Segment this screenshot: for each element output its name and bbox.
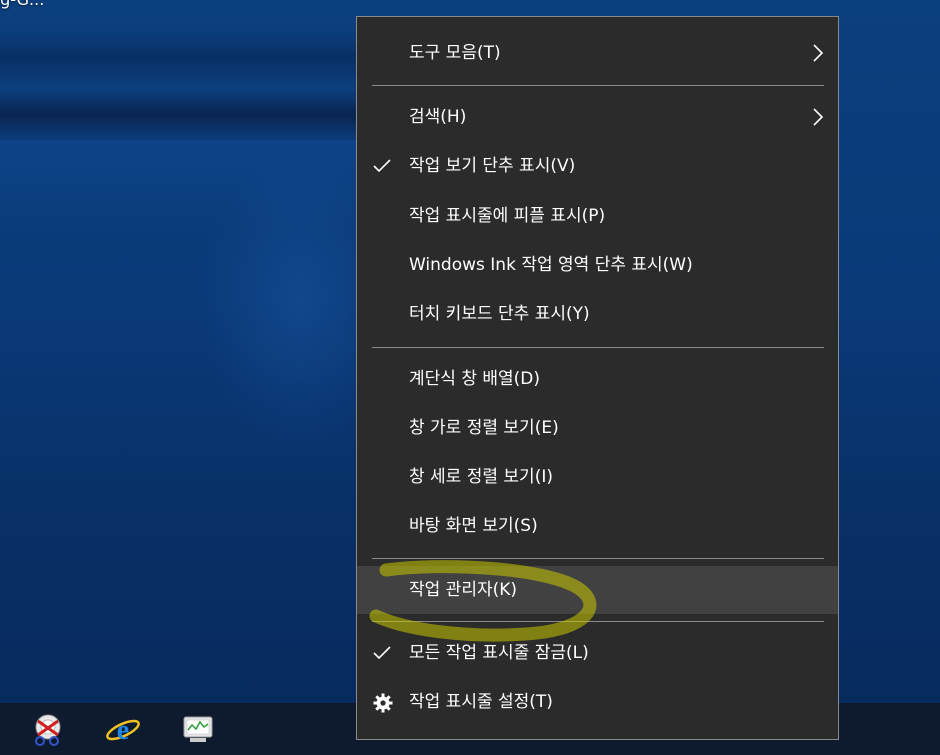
menu-item-windows-ink[interactable]: Windows Ink 작업 영역 단추 표시(W) bbox=[357, 241, 838, 289]
menu-item-label: 작업 보기 단추 표시(V) bbox=[409, 156, 576, 176]
checkmark-icon bbox=[373, 646, 391, 660]
wallpaper-band bbox=[0, 30, 360, 85]
menu-item-task-manager[interactable]: 작업 관리자(K) bbox=[357, 566, 838, 614]
menu-item-lock-taskbars[interactable]: 모든 작업 표시줄 잠금(L) bbox=[357, 629, 838, 677]
menu-item-touch-keyboard[interactable]: 터치 키보드 단추 표시(Y) bbox=[357, 290, 838, 338]
taskbar-context-menu: 도구 모음(T) 검색(H) 작업 보기 단추 표시(V) 작업 표시줄에 피플… bbox=[356, 16, 839, 740]
menu-item-label: 작업 표시줄에 피플 표시(P) bbox=[409, 206, 606, 226]
performance-monitor-icon[interactable] bbox=[178, 711, 218, 749]
menu-item-taskbar-settings[interactable]: 작업 표시줄 설정(T) bbox=[357, 678, 838, 726]
menu-separator bbox=[372, 347, 824, 348]
desktop-icon-label[interactable]: ng-G... bbox=[0, 0, 44, 9]
menu-item-label: 검색(H) bbox=[409, 107, 467, 127]
menu-item-label: 바탕 화면 보기(S) bbox=[409, 516, 538, 536]
chevron-right-icon bbox=[813, 44, 824, 62]
menu-separator bbox=[372, 558, 824, 559]
internet-explorer-icon[interactable]: e bbox=[103, 711, 143, 749]
menu-item-label: Windows Ink 작업 영역 단추 표시(W) bbox=[409, 255, 693, 275]
desktop: ng-G... e bbox=[0, 0, 940, 755]
menu-item-label: 도구 모음(T) bbox=[409, 43, 501, 63]
menu-item-label: 창 가로 정렬 보기(E) bbox=[409, 418, 559, 438]
menu-item-task-view-button[interactable]: 작업 보기 단추 표시(V) bbox=[357, 142, 838, 190]
menu-item-toolbars[interactable]: 도구 모음(T) bbox=[357, 29, 838, 77]
chevron-right-icon bbox=[813, 108, 824, 126]
checkmark-icon bbox=[373, 159, 391, 173]
menu-item-show-desktop[interactable]: 바탕 화면 보기(S) bbox=[357, 502, 838, 550]
menu-item-label: 모든 작업 표시줄 잠금(L) bbox=[409, 643, 589, 663]
menu-item-stacked[interactable]: 창 가로 정렬 보기(E) bbox=[357, 404, 838, 452]
menu-item-label: 창 세로 정렬 보기(I) bbox=[409, 467, 553, 487]
snipping-tool-icon[interactable] bbox=[28, 711, 68, 749]
menu-item-label: 작업 표시줄 설정(T) bbox=[409, 692, 553, 712]
menu-item-people[interactable]: 작업 표시줄에 피플 표시(P) bbox=[357, 192, 838, 240]
menu-item-search[interactable]: 검색(H) bbox=[357, 93, 838, 141]
menu-separator bbox=[372, 621, 824, 622]
menu-separator bbox=[372, 85, 824, 86]
menu-item-cascade[interactable]: 계단식 창 배열(D) bbox=[357, 355, 838, 403]
wallpaper-band bbox=[0, 90, 360, 140]
menu-item-side-by-side[interactable]: 창 세로 정렬 보기(I) bbox=[357, 453, 838, 501]
menu-item-label: 계단식 창 배열(D) bbox=[409, 369, 541, 389]
menu-item-label: 작업 관리자(K) bbox=[409, 580, 518, 600]
gear-icon bbox=[373, 693, 393, 713]
svg-text:e: e bbox=[117, 715, 129, 746]
menu-item-label: 터치 키보드 단추 표시(Y) bbox=[409, 304, 590, 324]
